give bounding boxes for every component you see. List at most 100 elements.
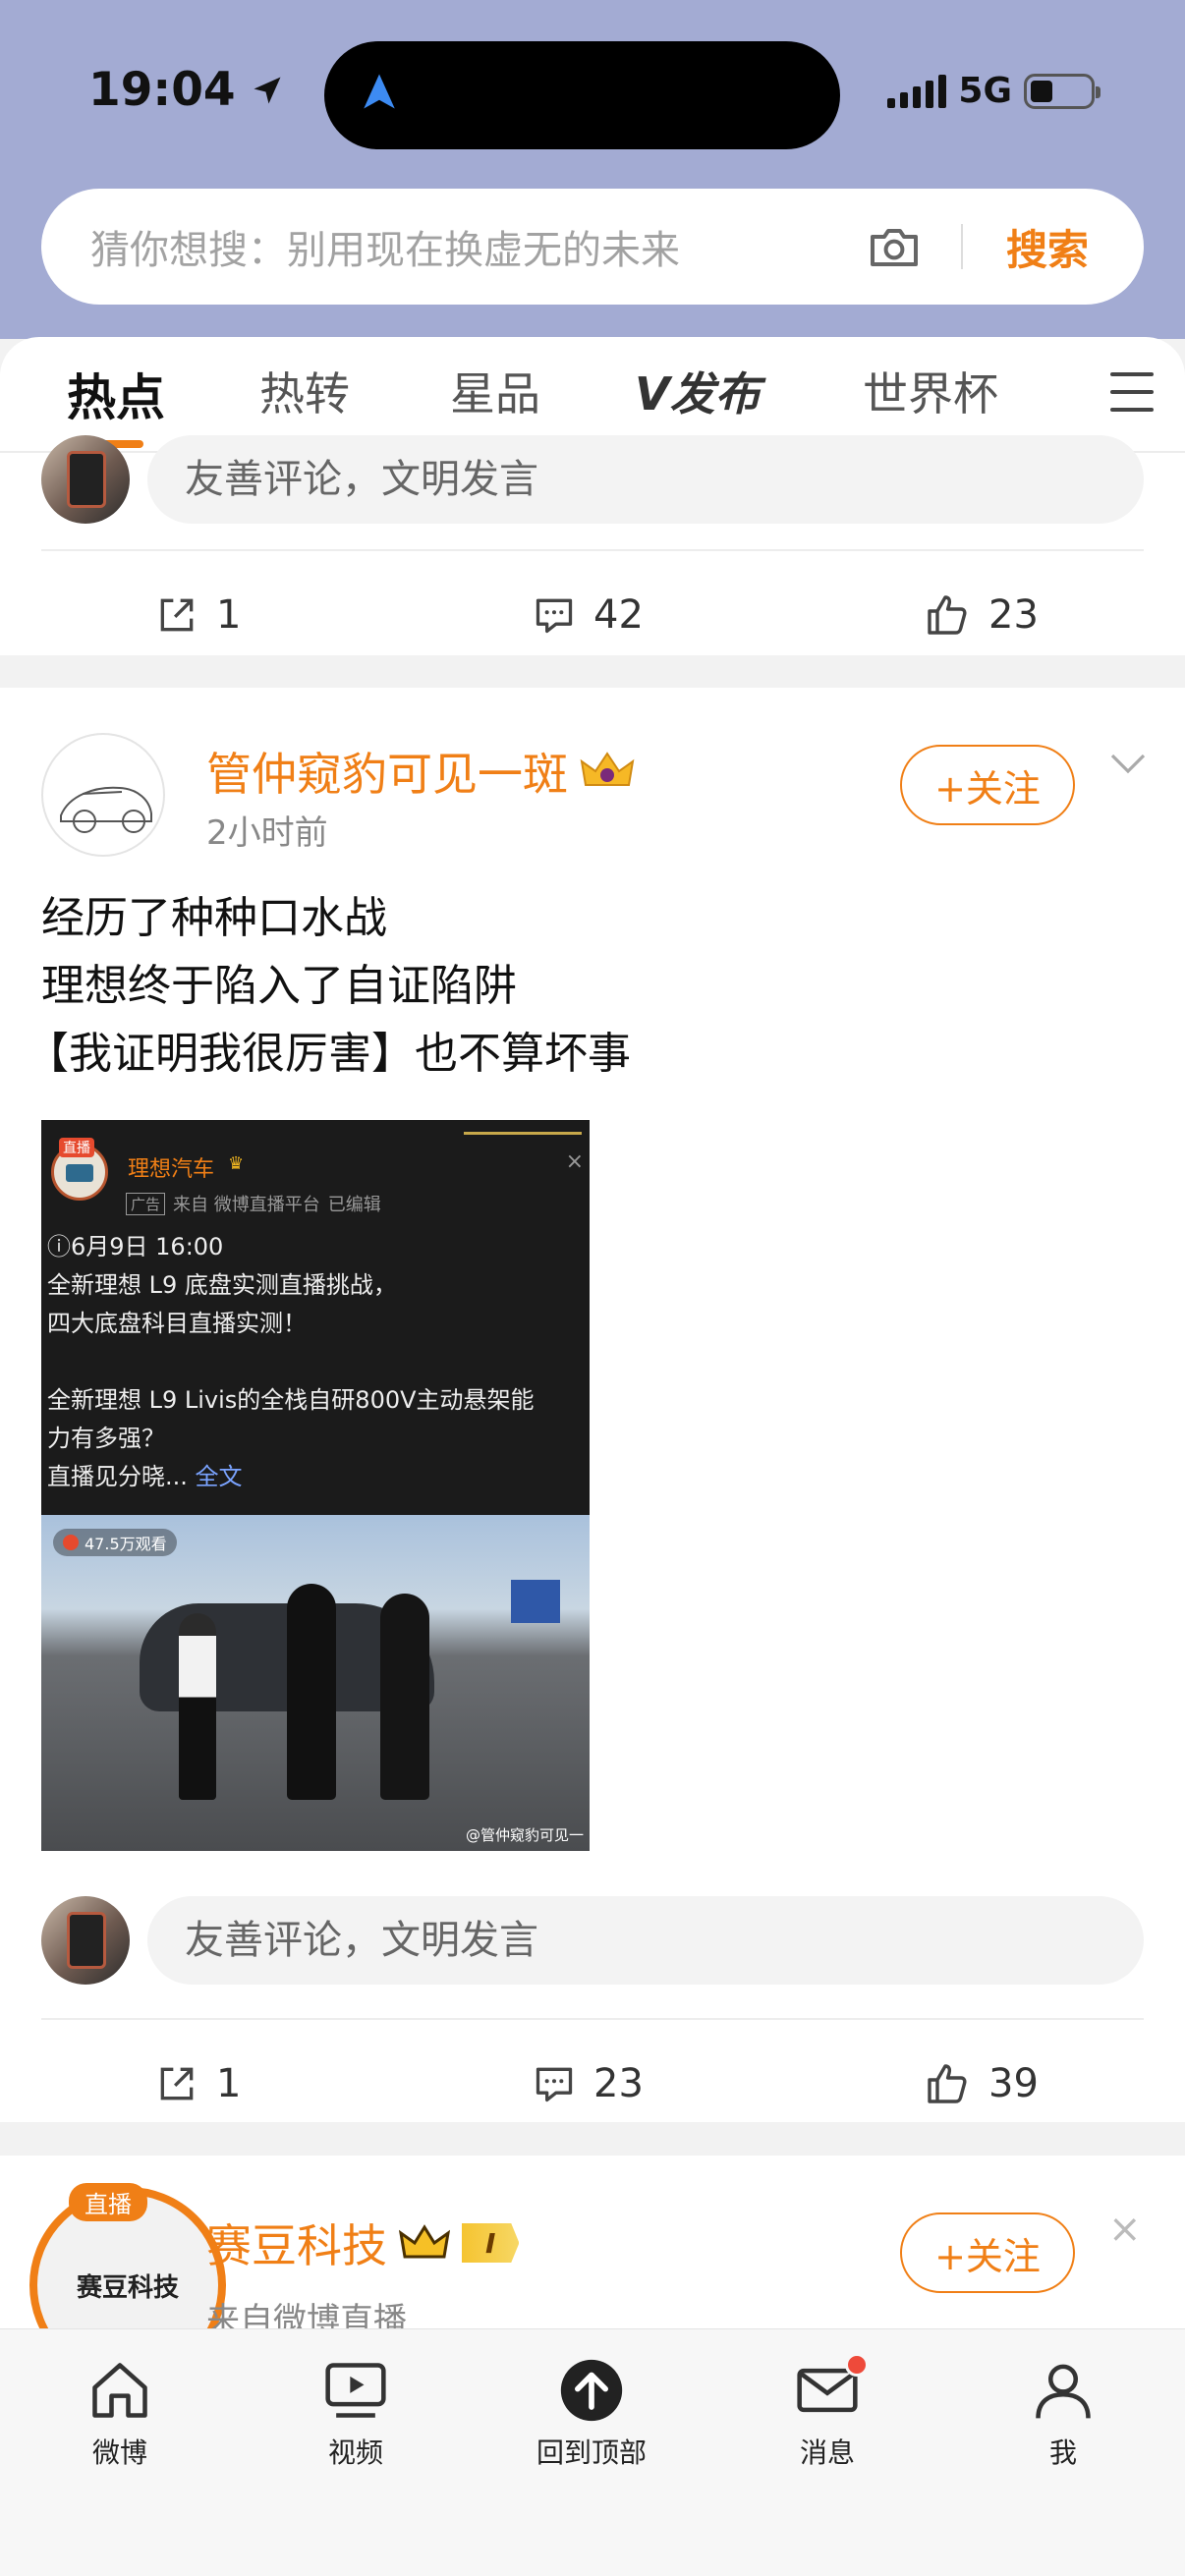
watermark: @管仲窥豹可见一	[465, 1826, 584, 1844]
close-icon: ×	[565, 1149, 584, 1174]
crown-icon	[399, 2224, 450, 2259]
feed-card-previous: 友善评论，文明发言 1 42 23	[0, 435, 1185, 655]
top-header: 19:04 5G 猜你想搜：别用现在换虚无的未来 搜索	[0, 0, 1185, 339]
embedded-date: 6月9日 16:00	[71, 1233, 224, 1260]
comment-input[interactable]: 友善评论，文明发言	[147, 1896, 1144, 1985]
view-count-text: 47.5万观看	[85, 1535, 167, 1553]
chevron-down-icon[interactable]	[1108, 749, 1148, 778]
tab-hot-repost[interactable]: 热转	[259, 359, 350, 423]
embedded-account-name: 理想汽车	[128, 1157, 215, 1182]
nav-video[interactable]: 视频	[267, 2357, 444, 2471]
embedded-line: 全新理想 L9 Livis的全栈自研800V主动悬架能	[47, 1386, 535, 1414]
avatar-text: 赛豆科技	[76, 2272, 179, 2303]
post-line: 理想终于陷入了自证陷阱	[41, 961, 517, 1011]
feed-card-post: 管仲窥豹可见一斑 2小时前 +关注 经历了种种口水战 理想终于陷入了自证陷阱 【…	[0, 688, 1185, 2122]
embedded-line: ⓘ6月9日 16:00	[47, 1228, 535, 1266]
person-figure	[380, 1594, 429, 1800]
close-icon[interactable]: ×	[1108, 2207, 1142, 2252]
post-time: 2小时前	[206, 813, 328, 853]
nav-me[interactable]: 我	[975, 2357, 1152, 2471]
author-name[interactable]: 管仲窥豹可见一斑	[206, 739, 635, 804]
like-button[interactable]: 39	[924, 2020, 1039, 2148]
thumbs-up-icon	[928, 595, 967, 635]
clock-icon: ⓘ	[47, 1233, 71, 1260]
follow-button[interactable]: +关注	[900, 2212, 1075, 2293]
my-avatar	[41, 435, 130, 524]
crown-icon: ♛	[228, 1153, 245, 1174]
live-tag: 直播	[59, 1138, 94, 1157]
nav-label: 回到顶部	[536, 2436, 647, 2469]
post-line: 【我证明我很厉害】也不算坏事	[26, 1029, 631, 1079]
post-body: 经历了种种口水战 理想终于陷入了自证陷阱 【我证明我很厉害】也不算坏事	[26, 884, 631, 1088]
location-arrow-icon	[254, 77, 281, 103]
full-text-link: 全文	[195, 1463, 243, 1490]
camera-icon[interactable]	[867, 219, 922, 274]
author-name-text: 赛豆科技	[206, 2219, 387, 2272]
embedded-line: 力有多强？	[47, 1425, 165, 1452]
dynamic-island	[324, 41, 840, 149]
level-badge: I	[462, 2223, 520, 2263]
follow-button[interactable]: +关注	[900, 745, 1075, 825]
repost-count: 1	[216, 2061, 242, 2106]
nav-label: 微博	[91, 2436, 147, 2469]
tab-hot[interactable]: 热点	[67, 359, 165, 429]
clock: 19:04	[88, 63, 236, 117]
view-count: 47.5万观看	[53, 1529, 177, 1556]
embedded-text: ⓘ6月9日 16:00 全新理想 L9 底盘实测直播挑战， 四大底盘科目直播实测…	[47, 1228, 535, 1496]
tab-star-products[interactable]: 星品	[450, 359, 540, 423]
comment-count: 23	[593, 2061, 644, 2106]
repost-button[interactable]: 1	[155, 2020, 241, 2148]
nav-label: 视频	[327, 2436, 383, 2469]
comment-button[interactable]: 23	[533, 2020, 644, 2148]
live-tag: 直播	[69, 2183, 147, 2221]
author-avatar[interactable]	[41, 733, 165, 857]
comment-button[interactable]: 42	[533, 551, 644, 679]
comment-row: 友善评论，文明发言	[0, 1894, 1185, 1987]
video-icon	[325, 2363, 386, 2418]
post-image[interactable]: 直播 理想汽车 ♛ 广告 来自 微博直播平台 已编辑 × ⓘ6月9日 16:00…	[41, 1120, 590, 1851]
nav-weibo[interactable]: 微博	[31, 2357, 208, 2471]
cellular-signal-icon	[887, 74, 947, 108]
bottom-navigation: 微博 视频 回到顶部 消息 我	[0, 2328, 1185, 2576]
my-avatar	[41, 1896, 130, 1985]
comment-input[interactable]: 友善评论，文明发言	[147, 435, 1144, 524]
tab-v-release[interactable]: V发布	[635, 359, 761, 423]
status-indicators: 5G	[887, 71, 1100, 111]
notification-dot	[845, 2353, 869, 2377]
search-input[interactable]: 猜你想搜：别用现在换虚无的未来	[90, 218, 867, 275]
navigation-arrow-icon	[364, 74, 395, 109]
embedded-meta: 广告 来自 微博直播平台 已编辑	[126, 1191, 381, 1216]
action-bar: 1 23 39	[41, 2018, 1144, 2146]
road-sign	[511, 1580, 560, 1623]
repost-button[interactable]: 1	[155, 551, 241, 679]
embedded-tail: 直播见分晓...	[47, 1463, 188, 1490]
thumbs-up-icon	[928, 2064, 967, 2103]
like-button[interactable]: 23	[924, 551, 1039, 679]
search-bar[interactable]: 猜你想搜：别用现在换虚无的未来 搜索	[41, 189, 1144, 305]
share-icon	[160, 598, 194, 632]
post-line: 经历了种种口水战	[41, 893, 387, 943]
comment-row: 友善评论，文明发言	[0, 433, 1185, 526]
nav-messages[interactable]: 消息	[739, 2353, 916, 2471]
ad-label: 广告	[126, 1192, 166, 1215]
embedded-video-frame: 47.5万观看 @管仲窥豹可见一	[41, 1515, 590, 1851]
nav-label: 我	[1048, 2436, 1077, 2469]
menu-icon[interactable]	[1110, 372, 1154, 412]
network-type: 5G	[958, 71, 1012, 111]
nav-label: 消息	[799, 2436, 855, 2469]
author-name[interactable]: 赛豆科技 I	[206, 2211, 520, 2275]
divider	[960, 224, 963, 269]
embedded-line: 全新理想 L9 底盘实测直播挑战，	[47, 1271, 397, 1299]
search-button[interactable]: 搜索	[1006, 217, 1089, 277]
status-time: 19:04	[88, 63, 285, 117]
live-icon	[63, 1535, 79, 1550]
embedded-source: 来自 微博直播平台	[173, 1195, 320, 1215]
comment-icon	[536, 598, 573, 634]
person-figure	[179, 1613, 216, 1800]
nav-back-to-top[interactable]: 回到顶部	[503, 2357, 680, 2471]
vip-crown-icon	[580, 752, 635, 786]
author-name-text: 管仲窥豹可见一斑	[206, 748, 568, 801]
like-count: 39	[988, 2061, 1039, 2106]
tab-world-cup[interactable]: 世界杯	[863, 359, 998, 423]
home-icon	[92, 2363, 147, 2418]
